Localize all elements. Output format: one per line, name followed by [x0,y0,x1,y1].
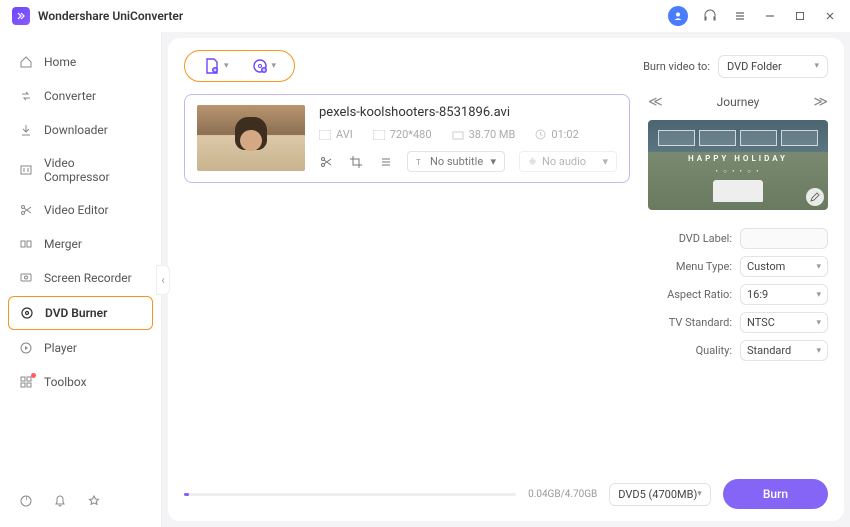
video-thumbnail[interactable] [197,105,305,171]
theme-prev-button[interactable]: ≪ [648,94,663,110]
file-name: pexels-koolshooters-8531896.avi [319,105,617,120]
sidebar-item-editor[interactable]: Video Editor [8,194,153,226]
theme-overlay-text: HAPPY HOLIDAY [648,154,828,163]
sidebar-item-label: Downloader [44,123,108,137]
sidebar-item-dvd-burner[interactable]: DVD Burner [8,296,153,330]
trim-icon[interactable] [319,155,333,169]
titlebar: Wondershare UniConverter [0,0,850,32]
sidebar-item-compressor[interactable]: Video Compressor [8,148,153,192]
compress-icon [18,162,34,178]
tv-standard-select[interactable]: NTSC▾ [740,312,828,333]
sidebar: Home Converter Downloader Video Compress… [0,32,162,527]
sidebar-item-label: Video Editor [44,203,109,217]
dvd-settings-panel: ≪ Journey ≫ HAPPY HOLIDAY • ○ • • ○ • DV… [648,94,828,469]
home-icon [18,54,34,70]
app-title: Wondershare UniConverter [38,9,668,23]
size-text: 0.04GB/4.70GB [528,489,597,500]
burn-target-select[interactable]: DVD Folder▾ [718,55,828,78]
chevron-down-icon: ▾ [224,61,229,71]
theme-preview[interactable]: HAPPY HOLIDAY • ○ • • ○ • [648,120,828,210]
close-button[interactable] [822,8,838,24]
sidebar-item-label: Home [44,55,76,69]
minimize-button[interactable] [762,8,778,24]
disc-icon [19,305,35,321]
sidebar-item-label: Video Compressor [44,156,143,184]
theme-toggle-icon[interactable] [18,493,36,511]
maximize-button[interactable] [792,8,808,24]
file-format: AVI [319,128,353,141]
user-avatar[interactable] [668,6,688,26]
record-icon [18,270,34,286]
add-media-group: ▾ ▾ [184,50,295,82]
add-disc-button[interactable]: ▾ [251,57,277,75]
play-icon [18,340,34,356]
burn-button[interactable]: Burn [723,479,828,509]
burn-to-label: Burn video to: [643,60,710,73]
sidebar-item-player[interactable]: Player [8,332,153,364]
merge-icon [18,236,34,252]
sidebar-item-label: Converter [44,89,96,103]
file-duration: 01:02 [535,128,578,141]
file-size: 38.70 MB [452,128,516,141]
app-logo [12,7,30,25]
sidebar-item-recorder[interactable]: Screen Recorder [8,262,153,294]
toolbox-icon [18,374,34,390]
converter-icon [18,88,34,104]
tv-standard-label: TV Standard: [669,316,732,329]
content-area: ‹ ▾ ▾ Burn video to: DVD Folder▾ pexels-… [168,38,844,521]
file-card[interactable]: pexels-koolshooters-8531896.avi AVI 720*… [184,94,630,183]
theme-next-button[interactable]: ≫ [813,94,828,110]
bottom-bar: 0.04GB/4.70GB DVD5 (4700MB)▾ Burn [184,469,828,509]
chevron-down-icon: ▾ [490,155,496,168]
sidebar-item-toolbox[interactable]: Toolbox [8,366,153,398]
add-file-button[interactable]: ▾ [203,57,229,75]
disc-type-select[interactable]: DVD5 (4700MB)▾ [609,483,711,506]
file-resolution: 720*480 [373,128,432,141]
feedback-icon[interactable] [86,493,104,511]
size-progress-bar [184,493,516,496]
dvd-label-input[interactable] [740,228,828,249]
aspect-ratio-label: Aspect Ratio: [667,288,732,301]
sidebar-item-label: Player [44,341,77,355]
sidebar-item-home[interactable]: Home [8,46,153,78]
notification-icon[interactable] [52,493,70,511]
chevron-down-icon: ▾ [814,61,819,71]
effects-icon[interactable] [379,155,393,169]
download-icon [18,122,34,138]
sidebar-item-downloader[interactable]: Downloader [8,114,153,146]
quality-label: Quality: [696,344,732,357]
chevron-down-icon: ▾ [602,155,608,168]
crop-icon[interactable] [349,155,363,169]
sidebar-item-merger[interactable]: Merger [8,228,153,260]
dvd-label-label: DVD Label: [679,232,732,245]
subtitle-select[interactable]: TNo subtitle▾ [407,151,505,172]
sidebar-item-label: Toolbox [44,375,87,389]
sidebar-item-label: Screen Recorder [44,271,132,285]
menu-icon[interactable] [732,8,748,24]
aspect-ratio-select[interactable]: 16:9▾ [740,284,828,305]
quality-select[interactable]: Standard▾ [740,340,828,361]
svg-text:T: T [416,158,421,167]
audio-select[interactable]: No audio▾ [519,151,617,172]
sidebar-item-label: DVD Burner [45,306,107,320]
chevron-down-icon: ▾ [272,61,277,71]
sidebar-item-converter[interactable]: Converter [8,80,153,112]
scissors-icon [18,202,34,218]
menu-type-label: Menu Type: [676,260,732,273]
sidebar-item-label: Merger [44,237,82,251]
theme-edit-button[interactable] [806,188,824,206]
menu-type-select[interactable]: Custom▾ [740,256,828,277]
sidebar-collapse-handle[interactable]: ‹ [156,265,170,295]
headset-icon[interactable] [702,8,718,24]
theme-title: Journey [717,95,760,109]
